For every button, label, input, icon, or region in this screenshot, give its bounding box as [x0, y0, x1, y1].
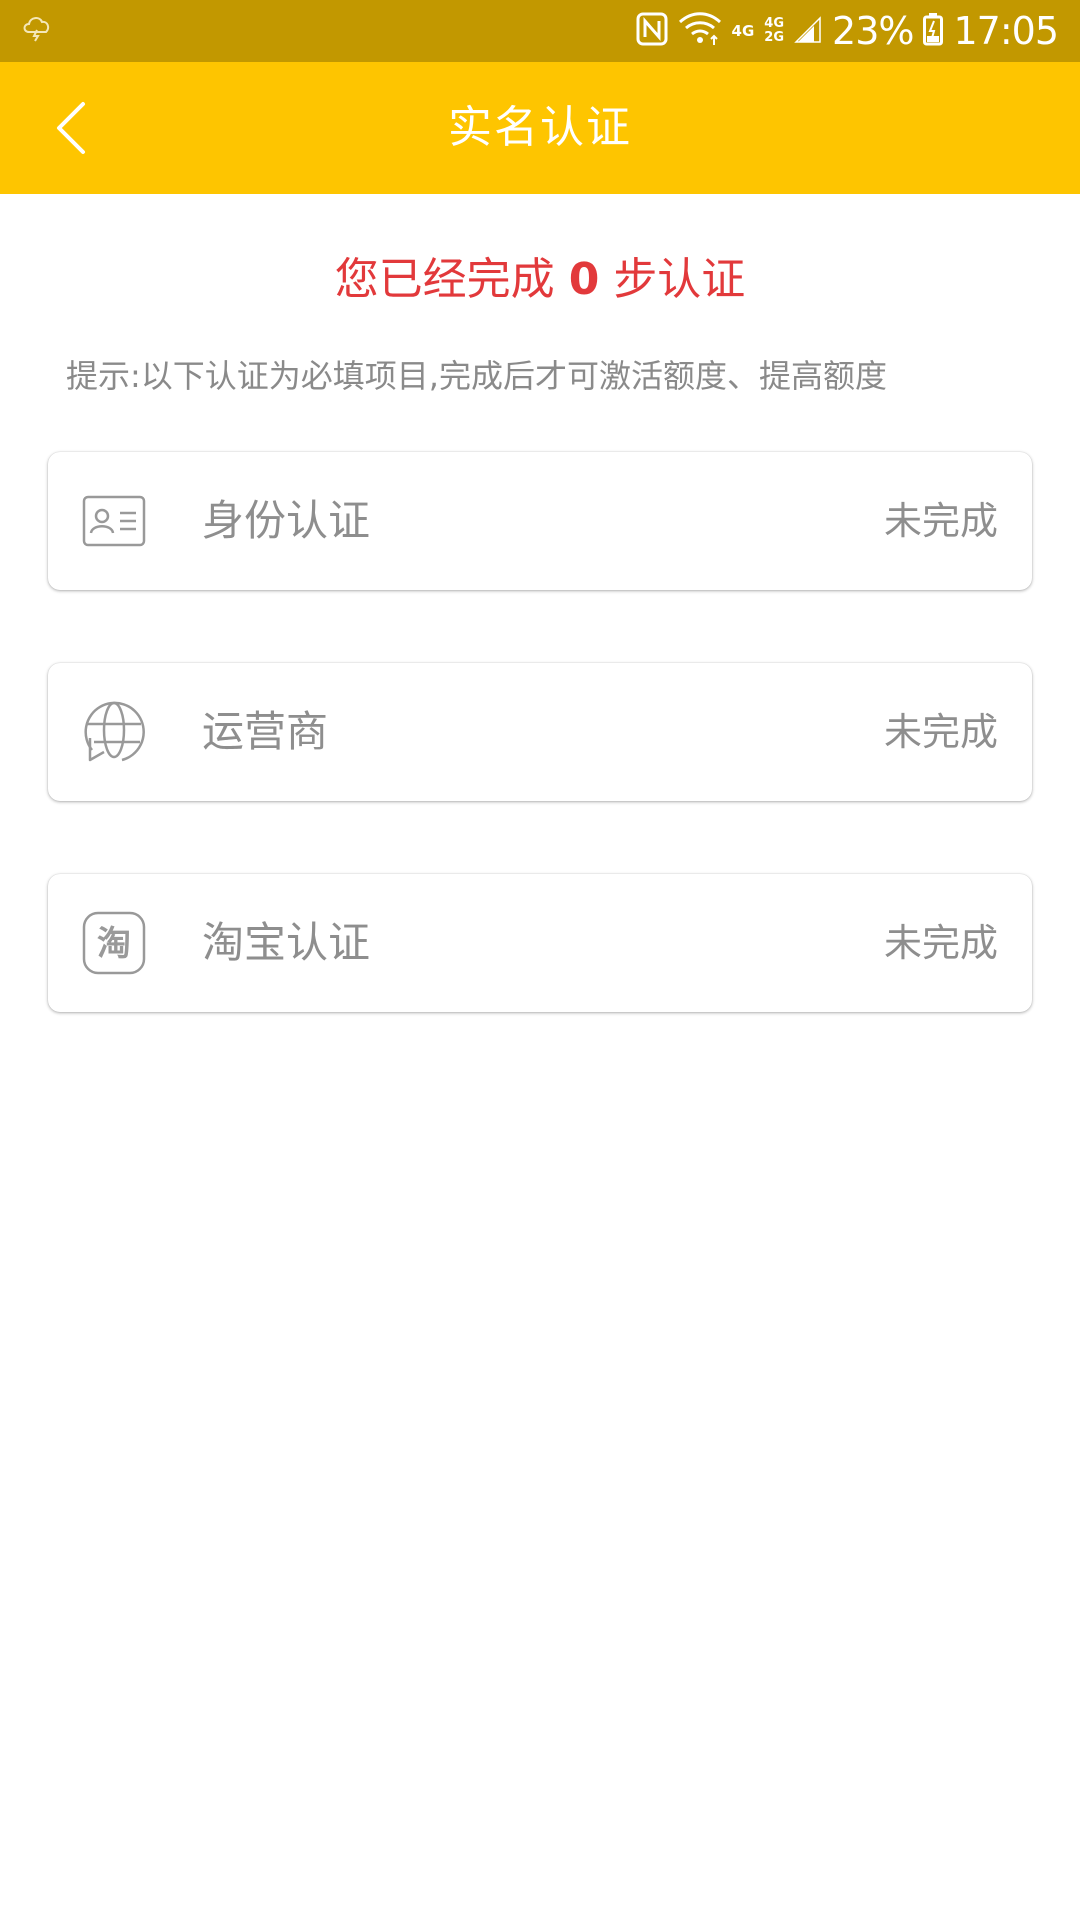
verification-item-status: 未完成: [883, 710, 998, 754]
verification-item-status: 未完成: [883, 499, 998, 543]
progress-prefix: 您已经完成: [334, 254, 555, 305]
verification-item-status: 未完成: [883, 921, 998, 965]
operator-globe-icon: [82, 700, 146, 764]
tip-text: 提示:以下认证为必填项目,完成后才可激活额度、提高额度: [66, 357, 887, 395]
taobao-icon: 淘: [82, 911, 146, 975]
signal-icon: [794, 14, 822, 48]
verification-item-label: 运营商: [202, 707, 329, 756]
verification-item-taobao[interactable]: 淘 淘宝认证 未完成: [48, 874, 1032, 1012]
progress-count: 0: [568, 254, 600, 305]
verification-item-label: 淘宝认证: [202, 918, 371, 967]
status-bar: 4G 4G 2G 23% 17:05: [0, 0, 1080, 62]
clock: 17:05: [953, 9, 1059, 53]
network-4g-label: 4G: [731, 22, 755, 40]
progress-heading: 您已经完成 0 步认证: [0, 250, 1080, 310]
battery-charging-icon: [923, 12, 944, 50]
verification-item-id[interactable]: 身份认证 未完成: [48, 452, 1032, 590]
cloud-lightning-icon: [20, 12, 60, 52]
verification-item-operator[interactable]: 运营商 未完成: [48, 663, 1032, 801]
page-title: 实名认证: [448, 102, 632, 153]
network-dual-label: 4G 2G: [764, 17, 784, 45]
status-indicators: 4G 4G 2G 23% 17:05: [636, 0, 1059, 62]
screen: 4G 4G 2G 23% 17:05 实名认证 您已经完成 0 步认证 提示:以…: [0, 0, 1080, 1920]
wifi-icon: [678, 12, 722, 50]
progress-suffix: 步认证: [613, 254, 746, 305]
svg-text:淘: 淘: [97, 924, 131, 964]
title-bar: 实名认证: [0, 62, 1080, 194]
id-card-icon: [82, 489, 146, 553]
network-4g-top: 4G: [764, 16, 785, 31]
battery-percent: 23%: [832, 9, 914, 53]
network-2g-bottom: 2G: [764, 30, 785, 45]
verification-item-label: 身份认证: [202, 496, 371, 545]
nfc-icon: [636, 12, 668, 50]
